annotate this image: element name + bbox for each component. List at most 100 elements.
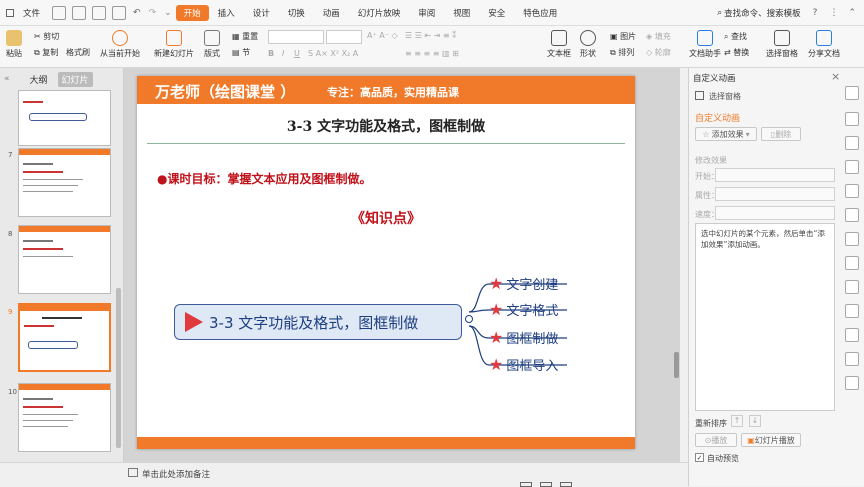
tab-slideshow[interactable]: 幻灯片放映 (349, 7, 410, 19)
list-icons[interactable]: ☰ ☰ ⇤ ⇥ ≡ ⁑ (405, 31, 456, 40)
tab-slides[interactable]: 幻灯片 (57, 71, 93, 87)
mindmap-connectors (465, 283, 567, 366)
grow-font-icon[interactable]: A⁺ A⁻ ◇ (367, 31, 398, 40)
animation-icon[interactable] (845, 184, 859, 198)
move-up-icon[interactable]: ↑ (731, 415, 743, 427)
start-select[interactable] (715, 168, 835, 182)
new-slide-button[interactable]: 新建幻灯片 (154, 30, 194, 59)
notes-placeholder[interactable]: 单击此处添加备注 (142, 468, 210, 480)
section-button[interactable]: ▤ 节 (232, 47, 250, 58)
layers-icon[interactable] (845, 232, 859, 246)
play-button[interactable]: ⊙ 播放 (695, 433, 737, 447)
cursor-icon[interactable] (845, 112, 859, 126)
from-current-button[interactable]: 从当前开始 (100, 30, 140, 59)
slide-thumbnail-10[interactable] (18, 383, 111, 452)
text-box-button[interactable]: 文本框 (547, 30, 571, 59)
branch-frame-import[interactable]: ★ 图框导入 (489, 355, 558, 374)
find-button[interactable]: ⌕ 查找 (724, 31, 747, 42)
tab-view[interactable]: 视图 (444, 7, 479, 19)
slide-thumbnail-9[interactable] (18, 303, 111, 372)
branch-frame-make[interactable]: ★ 图框制做 (489, 328, 558, 347)
more-icon[interactable] (845, 376, 859, 390)
outline-button[interactable]: ◇ 轮廓 (646, 47, 671, 58)
underline-button[interactable]: U (294, 49, 300, 58)
reset-button[interactable]: ▦ 重置 (232, 31, 258, 42)
picture-button[interactable]: ▣ 图片 (610, 31, 636, 42)
link-icon[interactable] (845, 352, 859, 366)
tab-outline[interactable]: 大纲 (30, 73, 48, 86)
table-icon[interactable] (845, 328, 859, 342)
branch-text-format[interactable]: ★ 文字格式 (489, 300, 558, 319)
slide-thumbnail-6[interactable] (18, 90, 111, 146)
chevron-down-icon[interactable]: ⌄ (164, 8, 172, 18)
replace-button[interactable]: ⇄ 替换 (724, 47, 749, 58)
menu-file[interactable]: 文件 (14, 7, 49, 19)
add-effect-button[interactable]: ☆ 添加效果 ▾ (695, 127, 757, 141)
layout-button[interactable]: 版式 (204, 30, 220, 59)
slide-canvas[interactable]: 万老师（绘图课堂 ） 专注：高品质，实用精品课 3-3 文字功能及格式，图框制做… (137, 76, 635, 449)
arrange-button[interactable]: ⧉ 排列 (610, 47, 634, 58)
sliders-icon[interactable] (845, 160, 859, 174)
undo-icon[interactable]: ↶ (133, 8, 141, 18)
view-reading-icon[interactable] (560, 482, 572, 487)
star-effect-icon[interactable] (845, 208, 859, 222)
thumbnail-scrollbar[interactable] (116, 288, 121, 448)
fill-button[interactable]: ◈ 填充 (646, 31, 671, 42)
bold-button[interactable]: B (268, 49, 274, 58)
italic-button[interactable]: I (282, 49, 284, 58)
align-icons[interactable]: ≡ ≡ ≡ ≡ ▥ ⊞ (405, 49, 459, 58)
design-icon[interactable] (845, 256, 859, 270)
more-icon[interactable]: ⋮ (829, 8, 838, 18)
tab-home[interactable]: 开始 (175, 4, 209, 21)
tab-security[interactable]: 安全 (479, 7, 514, 19)
tab-insert[interactable]: 插入 (209, 7, 244, 19)
pane-title[interactable]: 自定义动画 (693, 72, 736, 84)
select-pane-button[interactable]: 选择窗格 (766, 30, 798, 59)
copy-button[interactable]: ⧉ 复制 (34, 47, 58, 58)
share-icon[interactable] (845, 280, 859, 294)
collapse-pane-icon[interactable]: « (4, 74, 10, 84)
image-icon[interactable] (845, 304, 859, 318)
app-menu-icon[interactable] (6, 8, 14, 17)
speed-select[interactable] (715, 206, 835, 220)
save-icon[interactable] (52, 5, 67, 20)
view-normal-icon[interactable] (520, 482, 532, 487)
help-icon[interactable]: ? (813, 8, 818, 18)
redo-icon[interactable]: ↷ (149, 8, 157, 18)
close-icon[interactable]: × (831, 70, 840, 83)
share-doc-button[interactable]: 分享文档 (808, 30, 840, 59)
move-down-icon[interactable]: ↓ (749, 415, 761, 427)
export-pdf-icon[interactable] (72, 5, 87, 20)
paste-button[interactable]: 粘贴 (6, 30, 22, 59)
font-name-select[interactable] (268, 30, 324, 44)
shape-button[interactable]: 形状 (580, 30, 596, 59)
slide-thumbnail-8[interactable] (18, 225, 111, 294)
command-search[interactable]: 查找命令、搜索模板 (724, 7, 807, 19)
print-preview-icon[interactable] (112, 5, 127, 20)
tab-review[interactable]: 审阅 (409, 7, 444, 19)
tab-transitions[interactable]: 切换 (279, 7, 314, 19)
auto-preview-checkbox[interactable]: ✓ (695, 453, 704, 462)
shapes-icon[interactable] (845, 136, 859, 150)
animation-list[interactable]: 选中幻灯片的某个元素，然后单击“添加效果”添加动画。 (695, 223, 835, 411)
tab-features[interactable]: 特色应用 (514, 7, 566, 19)
print-icon[interactable] (92, 5, 107, 20)
slideshow-button[interactable]: ▣ 幻灯片播放 (741, 433, 801, 447)
canvas-scrollbar[interactable] (674, 352, 679, 378)
doc-helper-button[interactable]: 文档助手 (689, 30, 721, 59)
format-painter-button[interactable]: 格式刷 (66, 47, 90, 58)
tab-animations[interactable]: 动画 (314, 7, 349, 19)
tab-design[interactable]: 设计 (244, 7, 279, 19)
property-select[interactable] (715, 187, 835, 201)
settings-icon[interactable] (845, 86, 859, 100)
central-topic[interactable]: 3-3 文字功能及格式，图框制做 (174, 304, 462, 340)
slide-thumbnail-7[interactable] (18, 148, 111, 217)
view-sorter-icon[interactable] (540, 482, 552, 487)
select-pane-link[interactable]: 选择窗格 (709, 91, 741, 102)
font-size-select[interactable] (326, 30, 362, 44)
delete-button[interactable]: ▯ 删除 (761, 127, 801, 141)
branch-text-create[interactable]: ★ 文字创建 (489, 274, 558, 293)
shadow-button[interactable]: S A× X² X₂ A (308, 49, 358, 58)
collapse-ribbon-icon[interactable]: ⌃ (848, 8, 856, 18)
cut-button[interactable]: ✂ 剪切 (34, 31, 59, 42)
